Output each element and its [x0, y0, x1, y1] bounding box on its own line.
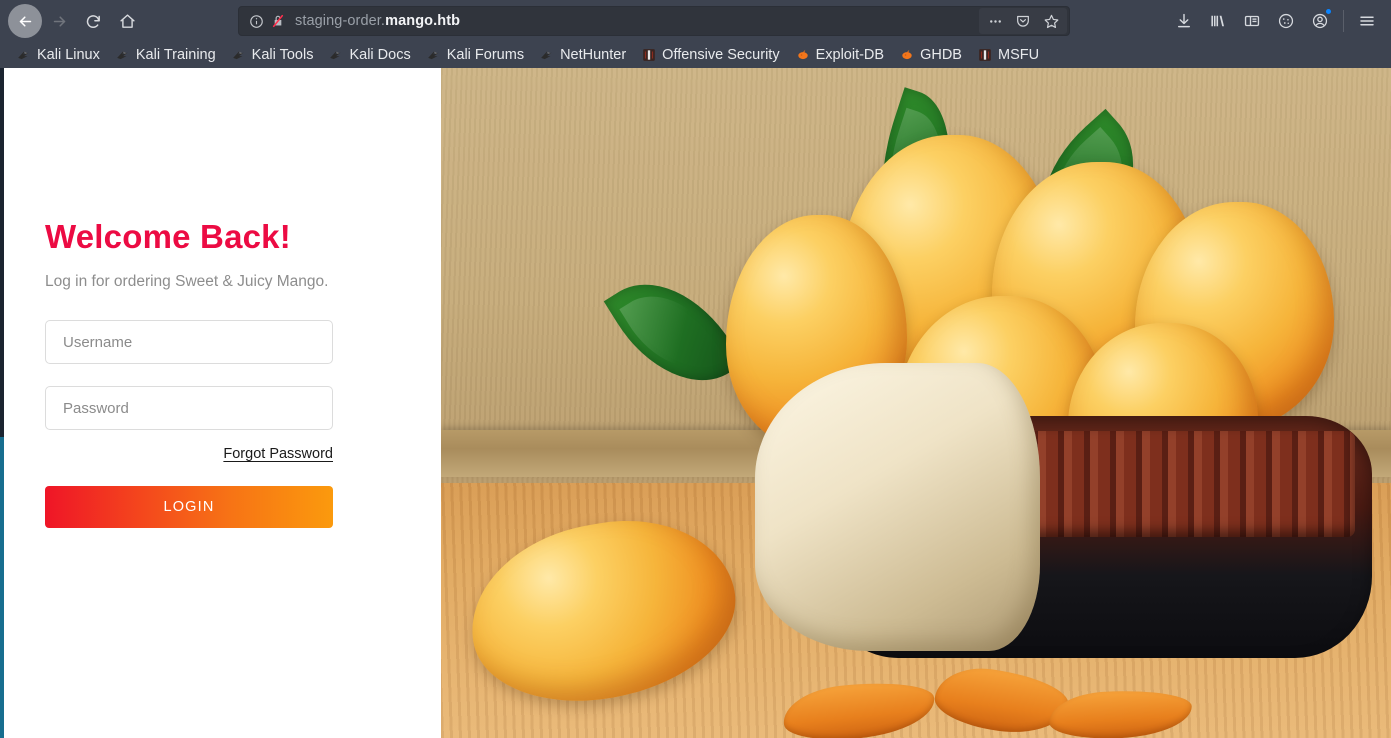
account-badge	[1325, 8, 1332, 15]
urlbar-actions	[979, 8, 1067, 34]
login-panel: Welcome Back! Log in for ordering Sweet …	[4, 68, 441, 738]
bookmark-item-offensive-security[interactable]: Offensive Security	[635, 45, 786, 65]
sidebar-icon[interactable]	[1236, 5, 1268, 37]
bookmark-label: MSFU	[997, 47, 1040, 63]
offsec-icon	[643, 49, 656, 61]
bookmark-label: Kali Training	[135, 47, 216, 63]
back-arrow-icon	[17, 13, 34, 30]
hero-image	[441, 68, 1391, 738]
bookmark-item-kali-tools[interactable]: Kali Tools	[225, 45, 321, 65]
broken-lock-icon[interactable]	[267, 13, 289, 29]
bookmark-item-ghdb[interactable]: GHDB	[893, 45, 969, 65]
pocket-icon[interactable]	[1009, 8, 1037, 34]
bookmark-item-kali-linux[interactable]: Kali Linux	[10, 45, 107, 65]
login-button[interactable]: LOGIN	[45, 486, 333, 528]
forward-button[interactable]	[42, 4, 76, 38]
exploitdb-icon	[902, 49, 912, 60]
app-menu-icon[interactable]	[1351, 5, 1383, 37]
offsec-icon	[979, 49, 991, 61]
bookmark-label: NetHunter	[560, 47, 627, 63]
address-bar[interactable]: staging-order.mango.htb	[238, 6, 1070, 36]
page-title: Welcome Back!	[45, 218, 291, 255]
forward-arrow-icon	[51, 13, 68, 30]
toolbar-right	[1164, 5, 1383, 37]
containers-icon[interactable]	[1270, 5, 1302, 37]
cloth-napkin	[754, 362, 1040, 651]
kali-dragon-icon	[330, 50, 342, 60]
kali-dragon-icon	[117, 50, 128, 60]
ellipsis-icon[interactable]	[981, 8, 1009, 34]
bookmark-label: Kali Forums	[446, 47, 525, 63]
downloads-icon[interactable]	[1168, 5, 1200, 37]
kali-dragon-icon	[18, 50, 29, 60]
info-circle-icon[interactable]	[245, 14, 267, 29]
username-input[interactable]	[45, 320, 333, 364]
forgot-password-link[interactable]: Forgot Password	[223, 446, 333, 462]
navigation-toolbar: staging-order.mango.htb	[0, 0, 1391, 42]
forgot-password-row: Forgot Password	[45, 445, 333, 463]
toolbar-divider	[1343, 10, 1344, 32]
bookmark-item-kali-docs[interactable]: Kali Docs	[322, 45, 417, 65]
bookmark-label: Exploit-DB	[815, 47, 885, 63]
account-icon[interactable]	[1304, 5, 1336, 37]
home-button[interactable]	[110, 4, 144, 38]
bookmark-item-kali-training[interactable]: Kali Training	[109, 45, 223, 65]
bookmark-item-nethunter[interactable]: NetHunter	[533, 45, 633, 65]
bookmark-item-kali-forums[interactable]: Kali Forums	[420, 45, 531, 65]
bookmark-label: Kali Tools	[251, 47, 314, 63]
exploitdb-icon	[797, 49, 808, 60]
bookmark-item-msfu[interactable]: MSFU	[971, 45, 1046, 65]
kali-dragon-icon	[232, 50, 244, 60]
bookmark-label: Kali Docs	[349, 47, 411, 63]
page-subtitle: Log in for ordering Sweet & Juicy Mango.	[45, 273, 329, 290]
url-prefix: staging-order.	[295, 13, 386, 29]
url-text: staging-order.mango.htb	[295, 13, 460, 29]
library-icon[interactable]	[1202, 5, 1234, 37]
bookmark-item-exploit-db[interactable]: Exploit-DB	[789, 45, 892, 65]
bookmark-label: GHDB	[920, 47, 962, 63]
bookmark-label: Offensive Security	[662, 47, 780, 63]
reload-button[interactable]	[76, 4, 110, 38]
bookmark-label: Kali Linux	[37, 47, 100, 63]
kali-dragon-icon	[541, 50, 552, 60]
star-icon[interactable]	[1037, 8, 1065, 34]
url-domain: mango.htb	[385, 13, 461, 29]
bookmarks-toolbar: Kali Linux Kali Training Kali Tools Kali Do…	[0, 42, 1391, 68]
back-button[interactable]	[8, 4, 42, 38]
password-input[interactable]	[45, 386, 333, 430]
browser-chrome: staging-order.mango.htb Kali Linux Kali …	[0, 0, 1391, 68]
home-icon	[119, 13, 136, 30]
reload-icon	[85, 13, 102, 30]
web-page: Welcome Back! Log in for ordering Sweet …	[0, 68, 1391, 738]
urlbar-container: staging-order.mango.htb	[144, 6, 1164, 36]
kali-dragon-icon	[427, 50, 439, 60]
